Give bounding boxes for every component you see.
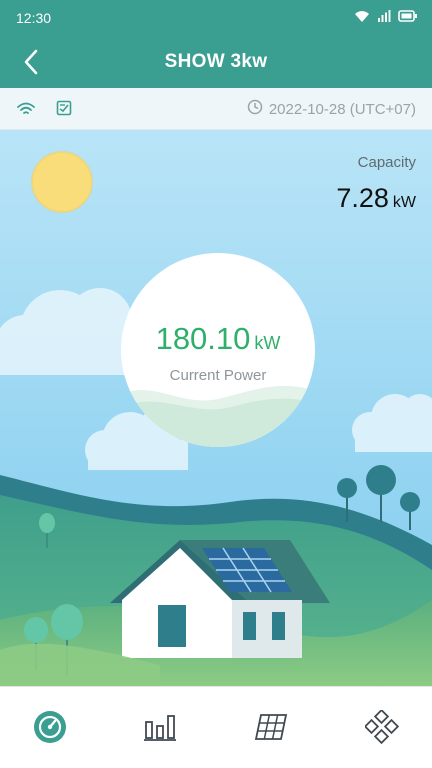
capacity-number: 7.28 xyxy=(336,183,389,213)
page-title: SHOW 3kw xyxy=(164,51,268,72)
info-bar: 2022-10-28 (UTC+07) xyxy=(0,88,432,130)
datalogger-icon[interactable] xyxy=(56,100,72,121)
battery-icon xyxy=(398,9,418,28)
current-power-value: 180.10 kW xyxy=(121,321,315,357)
wifi-icon xyxy=(354,9,370,28)
current-power-number: 180.10 xyxy=(155,321,251,356)
capacity-unit: kW xyxy=(392,194,416,211)
tab-devices[interactable] xyxy=(362,707,402,747)
date-label: 2022-10-28 (UTC+07) xyxy=(268,100,416,118)
status-time: 12:30 xyxy=(16,10,52,26)
signal-icon xyxy=(377,9,391,28)
connection-wifi-icon xyxy=(16,101,36,122)
current-power-card: 180.10 kW Current Power xyxy=(121,253,315,447)
capacity-label: Capacity xyxy=(357,154,416,171)
dashboard-gauge-icon xyxy=(34,711,66,743)
bar-chart-icon xyxy=(144,715,176,741)
capacity-block: Capacity 7.28 kW xyxy=(336,154,416,214)
solar-panel-icon xyxy=(254,714,288,740)
tab-solar-panels[interactable] xyxy=(251,707,291,747)
bottom-tab-bar xyxy=(0,686,432,768)
current-power-label: Current Power xyxy=(169,367,267,384)
app-header: SHOW 3kw xyxy=(0,36,432,88)
current-power-unit: kW xyxy=(254,333,281,353)
clock-icon xyxy=(247,99,263,119)
device-grid-icon xyxy=(365,710,399,744)
tab-overview[interactable] xyxy=(30,707,70,747)
capacity-value: 7.28 kW xyxy=(336,183,416,214)
tab-statistics[interactable] xyxy=(140,707,180,747)
status-bar: 12:30 xyxy=(0,0,432,36)
